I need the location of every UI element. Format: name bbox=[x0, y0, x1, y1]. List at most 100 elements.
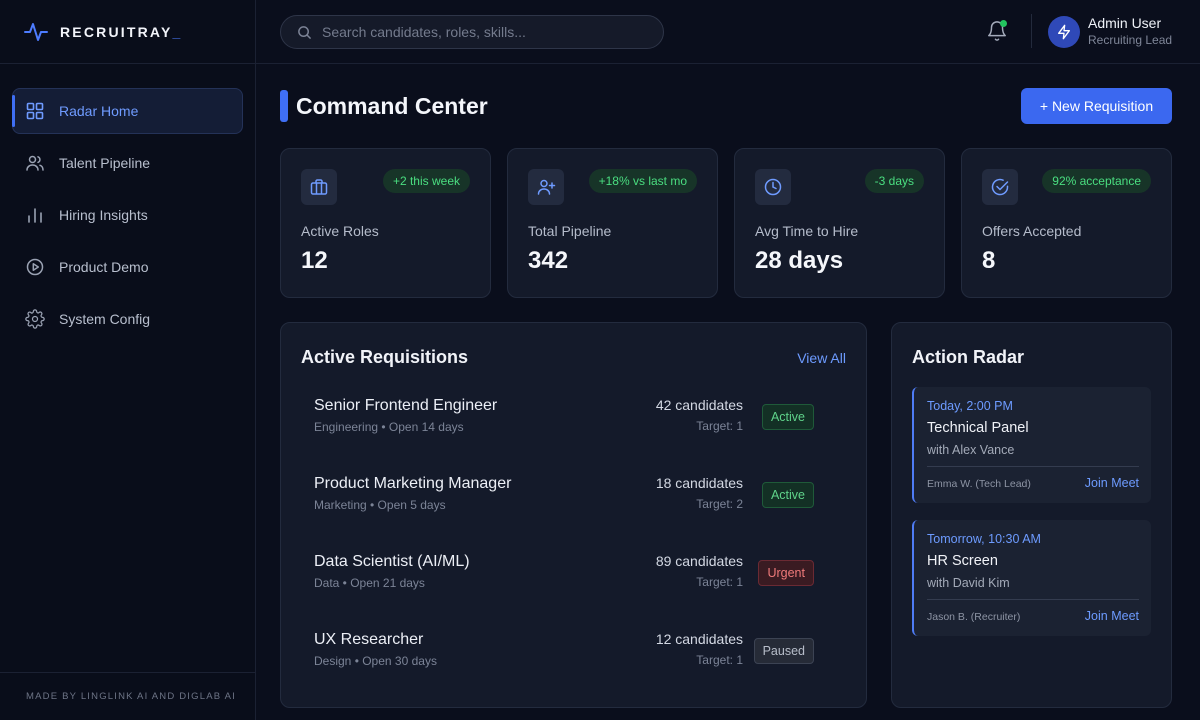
requisition-meta: Engineering • Open 14 days bbox=[314, 420, 464, 434]
sidebar-item-product-demo[interactable]: Product Demo bbox=[12, 244, 243, 290]
requisitions-panel: Active Requisitions View All Senior Fron… bbox=[280, 322, 867, 708]
play-circle-icon bbox=[26, 258, 44, 276]
status-badge: Paused bbox=[753, 638, 814, 664]
clock-icon bbox=[764, 178, 782, 196]
stat-label: Offers Accepted bbox=[982, 223, 1082, 239]
event-attendee: with Alex Vance bbox=[927, 443, 1015, 457]
stat-card-active-roles[interactable]: +2 this week Active Roles 12 bbox=[280, 148, 491, 298]
divider bbox=[1031, 14, 1032, 48]
avatar[interactable] bbox=[1048, 16, 1080, 48]
stat-label: Total Pipeline bbox=[528, 223, 612, 239]
stat-label: Active Roles bbox=[301, 223, 379, 239]
sidebar-item-talent-pipeline[interactable]: Talent Pipeline bbox=[12, 140, 243, 186]
check-circle-icon bbox=[991, 178, 1009, 196]
requisition-row[interactable]: UX Researcher Design • Open 30 days 12 c… bbox=[301, 623, 847, 689]
event-card[interactable]: Tomorrow, 10:30 AM HR Screen with David … bbox=[912, 520, 1151, 636]
stat-badge: +18% vs last mo bbox=[588, 169, 697, 193]
title-accent bbox=[280, 90, 288, 122]
briefcase-icon bbox=[310, 179, 328, 195]
sidebar-nav: Radar Home Talent Pipeline Hiring Insigh… bbox=[0, 64, 255, 342]
requisition-row[interactable]: Data Scientist (AI/ML) Data • Open 21 da… bbox=[301, 545, 847, 611]
bolt-icon bbox=[1058, 24, 1070, 40]
stat-icon bbox=[755, 169, 791, 205]
requisition-meta: Marketing • Open 5 days bbox=[314, 498, 446, 512]
requisition-title: Data Scientist (AI/ML) bbox=[314, 553, 470, 570]
stat-value: 342 bbox=[528, 247, 569, 274]
grid-icon bbox=[26, 102, 44, 120]
stat-card-offers-accepted[interactable]: 92% acceptance Offers Accepted 8 bbox=[961, 148, 1172, 298]
gear-icon bbox=[25, 309, 45, 329]
stat-badge: 92% acceptance bbox=[1042, 169, 1151, 193]
stat-card-total-pipeline[interactable]: +18% vs last mo Total Pipeline 342 bbox=[507, 148, 718, 298]
requisition-row[interactable]: Product Marketing Manager Marketing • Op… bbox=[301, 467, 847, 533]
divider bbox=[927, 466, 1139, 467]
sidebar-item-label: Product Demo bbox=[59, 259, 149, 275]
stat-value: 12 bbox=[301, 247, 328, 274]
event-attendee: with David Kim bbox=[927, 576, 1010, 590]
stat-badge: +2 this week bbox=[382, 169, 470, 193]
sidebar-footer: MADE BY LINGLINK AI AND DIGLAB AI bbox=[0, 672, 255, 720]
search-icon bbox=[298, 25, 311, 39]
status-badge: Active bbox=[761, 404, 814, 430]
stat-icon bbox=[301, 169, 337, 205]
stat-card-avg-time-to-hire[interactable]: -3 days Avg Time to Hire 28 days bbox=[734, 148, 945, 298]
candidate-count: 42 candidates bbox=[655, 397, 743, 413]
stat-icon bbox=[528, 169, 564, 205]
hire-target: Target: 1 bbox=[696, 419, 743, 433]
search-bar[interactable] bbox=[280, 15, 664, 49]
sidebar-item-hiring-insights[interactable]: Hiring Insights bbox=[12, 192, 243, 238]
new-requisition-button[interactable]: + New Requisition bbox=[1021, 88, 1172, 124]
stat-label: Avg Time to Hire bbox=[755, 223, 859, 239]
stat-value: 8 bbox=[982, 247, 996, 274]
action-radar-panel: Action Radar Today, 2:00 PM Technical Pa… bbox=[891, 322, 1172, 708]
stat-value: 28 days bbox=[755, 247, 844, 274]
users-icon bbox=[26, 155, 44, 171]
main-content: Command Center + New Requisition +2 this… bbox=[256, 64, 1200, 720]
brand-name: RECRUITRAY_ bbox=[60, 23, 183, 40]
search-input[interactable] bbox=[322, 24, 642, 40]
event-time: Tomorrow, 10:30 AM bbox=[927, 532, 1041, 546]
sidebar-item-label: System Config bbox=[59, 311, 151, 327]
event-time: Today, 2:00 PM bbox=[927, 399, 1013, 413]
brand[interactable]: RECRUITRAY_ bbox=[0, 0, 255, 64]
divider bbox=[927, 599, 1139, 600]
join-meet-link[interactable]: Join Meet bbox=[1085, 476, 1139, 490]
requisition-title: Product Marketing Manager bbox=[314, 475, 512, 492]
requisition-meta: Data • Open 21 days bbox=[314, 576, 425, 590]
requisition-title: UX Researcher bbox=[314, 631, 424, 648]
sidebar-item-label: Talent Pipeline bbox=[59, 155, 151, 171]
topbar: Admin User Recruiting Lead bbox=[256, 0, 1200, 64]
event-title: HR Screen bbox=[927, 553, 998, 569]
sidebar-item-label: Hiring Insights bbox=[59, 207, 148, 223]
candidate-count: 12 candidates bbox=[655, 631, 743, 647]
sidebar: RECRUITRAY_ Radar Home Talent Pipeline H… bbox=[0, 0, 256, 720]
pulse-icon bbox=[24, 22, 48, 41]
panel-title: Active Requisitions bbox=[301, 347, 469, 367]
stat-icon bbox=[982, 169, 1018, 205]
notification-dot bbox=[1000, 20, 1007, 27]
event-interviewer: Jason B. (Recruiter) bbox=[927, 611, 1021, 623]
hire-target: Target: 1 bbox=[696, 575, 743, 589]
requisition-meta: Design • Open 30 days bbox=[314, 654, 437, 668]
status-badge: Active bbox=[761, 482, 814, 508]
stat-badge: -3 days bbox=[864, 169, 924, 193]
user-plus-icon bbox=[537, 179, 556, 195]
sidebar-item-radar-home[interactable]: Radar Home bbox=[12, 88, 243, 134]
candidate-count: 89 candidates bbox=[655, 553, 743, 569]
event-card[interactable]: Today, 2:00 PM Technical Panel with Alex… bbox=[912, 387, 1151, 503]
event-title: Technical Panel bbox=[927, 420, 1029, 436]
sidebar-item-system-config[interactable]: System Config bbox=[12, 296, 243, 342]
panel-title: Action Radar bbox=[912, 347, 1025, 367]
status-badge: Urgent bbox=[758, 560, 814, 586]
requisition-row[interactable]: Senior Frontend Engineer Engineering • O… bbox=[301, 389, 847, 455]
candidate-count: 18 candidates bbox=[655, 475, 743, 491]
user-role: Recruiting Lead bbox=[1088, 33, 1173, 47]
sidebar-item-label: Radar Home bbox=[59, 103, 139, 119]
user-name[interactable]: Admin User bbox=[1088, 15, 1161, 31]
hire-target: Target: 1 bbox=[696, 653, 743, 667]
join-meet-link[interactable]: Join Meet bbox=[1085, 609, 1139, 623]
page-title: Command Center bbox=[296, 93, 488, 119]
view-all-link[interactable]: View All bbox=[797, 350, 846, 366]
event-interviewer: Emma W. (Tech Lead) bbox=[927, 478, 1031, 490]
hire-target: Target: 2 bbox=[696, 497, 743, 511]
